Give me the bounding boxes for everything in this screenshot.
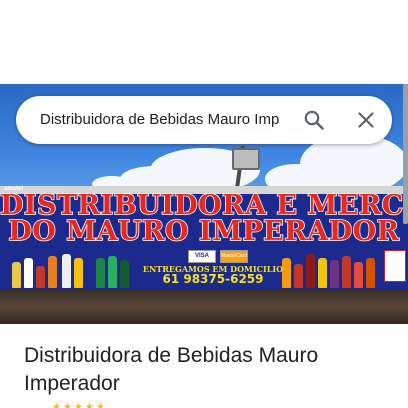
roof-tiles	[0, 290, 408, 324]
street-lamp	[232, 148, 260, 170]
mastercard-logo: MasterCard	[220, 250, 248, 263]
scrollbar[interactable]	[403, 84, 408, 224]
visa-card-logo: VISA	[188, 250, 216, 263]
side-sign	[384, 250, 406, 282]
phone-text: 61 98375-6259	[162, 272, 264, 286]
sign-line-2: DO MAURO IMPERADOR	[8, 215, 400, 248]
search-box[interactable]: Distribuidora de Bebidas Mauro Imp	[16, 96, 392, 144]
search-input[interactable]: Distribuidora de Bebidas Mauro Imp	[40, 110, 288, 130]
bottles-left	[8, 248, 138, 288]
close-icon[interactable]	[354, 108, 378, 132]
bottles-right	[282, 248, 382, 288]
rating-stars: ★★★★★	[52, 402, 107, 408]
top-blank-area	[0, 0, 408, 84]
search-icon[interactable]	[302, 108, 326, 132]
place-details-panel: amstel DISTRIBUIDORA E MERCEARIA DO MAUR…	[0, 0, 408, 408]
place-title: Distribuidora de Bebidas Mauro Imperador	[24, 344, 319, 395]
